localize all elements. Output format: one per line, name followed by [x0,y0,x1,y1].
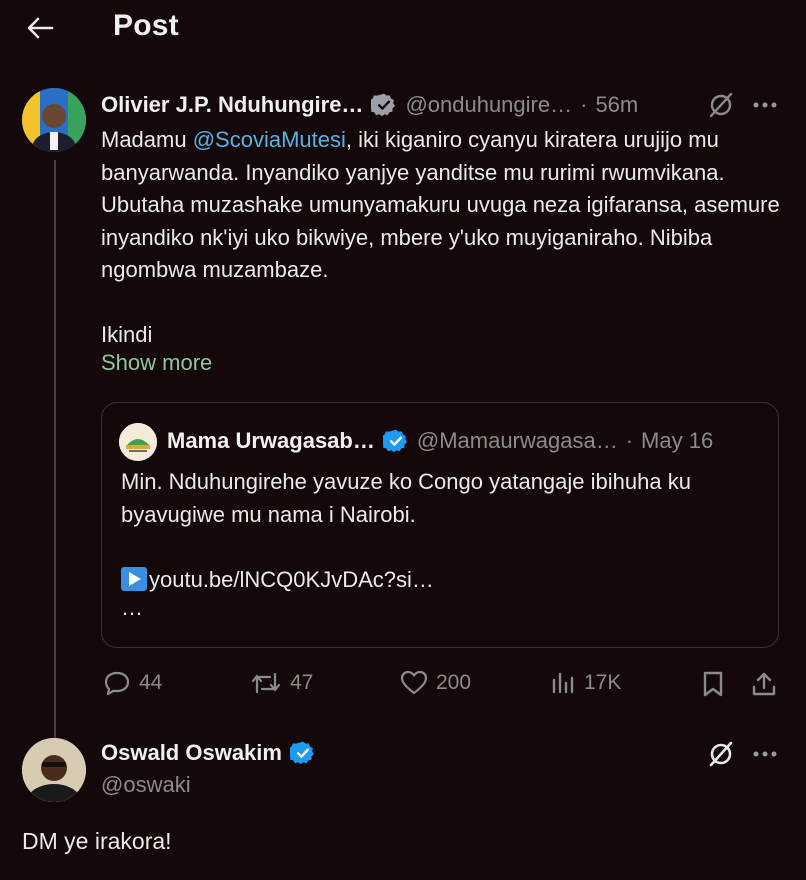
view-count: 17K [584,671,622,694]
show-more-link[interactable]: Show more [101,350,212,376]
verified-badge-icon [289,740,316,766]
repost-button[interactable]: 47 [250,670,313,696]
bookmark-icon [703,671,723,697]
quote-avatar-image [119,423,157,461]
back-button[interactable] [22,10,58,46]
like-button[interactable]: 200 [400,670,471,696]
more-options-button[interactable] [748,90,782,120]
play-button-emoji-icon [121,566,147,591]
author-handle[interactable]: @onduhungire… [405,92,572,118]
mention-link[interactable]: @ScoviaMutesi [193,127,346,152]
views-button[interactable]: 17K [550,670,621,696]
reply-button[interactable]: 44 [103,670,162,696]
quote-author-avatar[interactable] [119,423,157,461]
more-horizontal-icon [753,751,777,757]
bookmark-button[interactable] [700,670,726,698]
analytics-bars-icon [552,672,574,694]
thread-connector-line [54,160,56,738]
more-options-button[interactable] [748,738,782,770]
post-paragraph-1: Madamu @ScoviaMutesi, iki kiganiro cyany… [101,124,791,287]
avatar-image [22,88,86,152]
reply-count: 44 [139,671,163,694]
quote-date: May 16 [641,428,714,453]
quote-author-name: Mama Urwagasab… [167,428,375,453]
grok-icon [709,92,733,118]
quote-header: Mama Urwagasab… @Mamaurwagasa… · May 16 [167,426,713,456]
author-avatar[interactable] [22,88,86,152]
quote-ellipsis: … [121,595,143,620]
post-text: Madamu @ScoviaMutesi, iki kiganiro cyany… [101,124,791,352]
quote-author-handle: @Mamaurwagasa… [416,428,618,453]
share-button[interactable] [750,670,778,698]
separator-dot: · [580,92,588,117]
page-title: Post [113,9,179,42]
author-name[interactable]: Olivier J.P. Nduhungire… [101,92,363,118]
heart-icon [400,670,428,695]
post-paragraph-2: Ikindi [101,322,153,347]
reply-author-name[interactable]: Oswald Oswakim [101,740,282,766]
post-text-prefix: Madamu [101,127,193,152]
post-time[interactable]: 56m [595,92,638,118]
quote-paragraph: Min. Nduhungirehe yavuze ko Congo yatang… [121,469,691,527]
arrow-left-icon [27,17,54,39]
separator-dot: · [625,428,634,453]
quote-link-line: youtu.be/lNCQ0KJvDAc?si… [121,564,761,597]
reply-author-avatar[interactable] [22,738,86,802]
reply-bubble-icon [104,671,130,696]
post-header: Olivier J.P. Nduhungire… @onduhungire… ·… [101,90,638,120]
repost-icon [251,672,281,694]
more-horizontal-icon [753,102,777,108]
reply-avatar-image [22,738,86,802]
repost-count: 47 [290,671,314,694]
grok-icon [709,741,733,767]
verified-badge-icon [371,92,397,118]
like-count: 200 [436,671,472,694]
reply-author-handle[interactable]: @oswaki [101,772,191,798]
reply-text: DM ye irakora! [22,828,172,854]
reply-header: Oswald Oswakim [101,738,316,768]
quote-text: Min. Nduhungirehe yavuze ko Congo yatang… [121,466,761,620]
grok-button[interactable] [704,738,738,770]
share-upload-icon [752,672,776,696]
verified-badge-icon [382,428,409,454]
quote-link[interactable]: youtu.be/lNCQ0KJvDAc?si… [149,567,434,592]
grok-button[interactable] [704,90,738,120]
